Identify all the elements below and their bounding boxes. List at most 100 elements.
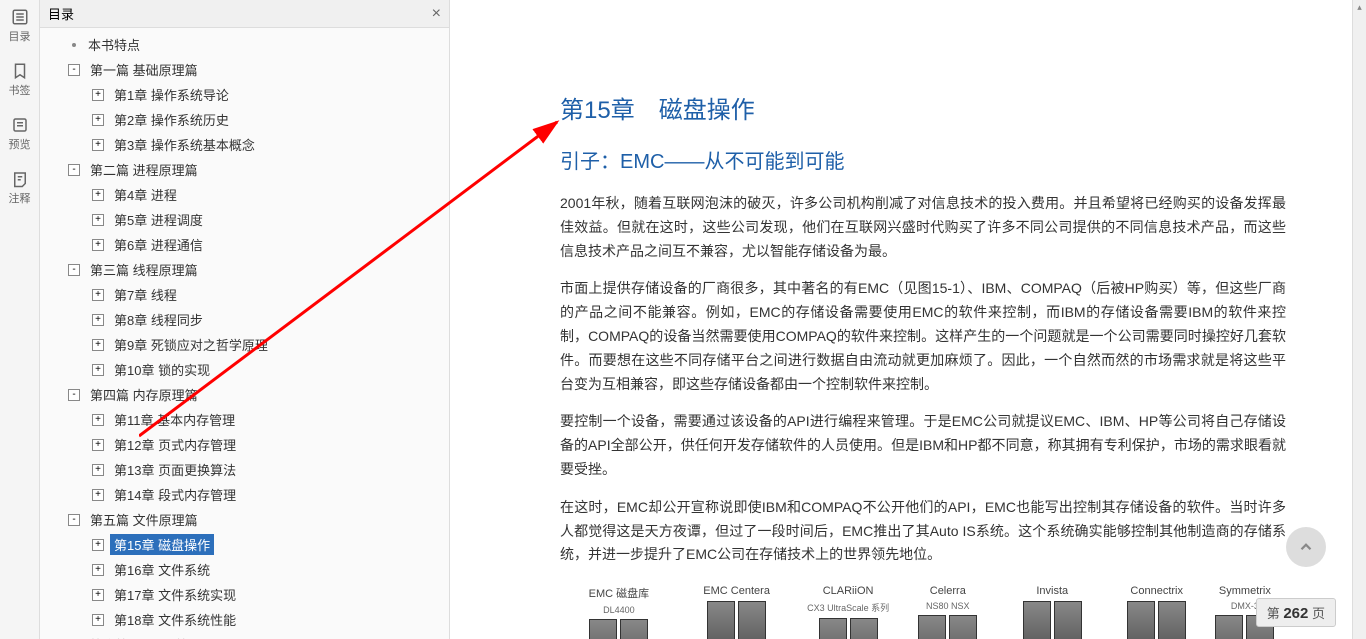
collapse-icon[interactable]: -	[68, 264, 80, 276]
scroll-up-icon[interactable]: ▴	[1355, 2, 1364, 13]
tree-label[interactable]: 第8章 线程同步	[110, 309, 207, 330]
expand-icon[interactable]: +	[92, 464, 104, 476]
tree-node[interactable]: + 第9章 死锁应对之哲学原理	[52, 332, 449, 357]
tree-label[interactable]: 第5章 进程调度	[110, 209, 207, 230]
product-sub: DL4400	[603, 605, 635, 615]
expand-icon[interactable]: +	[92, 539, 104, 551]
bookmark-tool[interactable]: 书签	[9, 62, 31, 98]
expand-icon[interactable]: +	[92, 139, 104, 151]
tree-node[interactable]: + 第5章 进程调度	[52, 207, 449, 232]
product-column: InvistaNS350 NS40G NS80G	[1006, 585, 1098, 639]
tree-node[interactable]: + 第14章 段式内存管理	[52, 482, 449, 507]
go-top-button[interactable]	[1286, 527, 1326, 567]
tree-node[interactable]: + 第17章 文件系统实现	[52, 582, 449, 607]
preview-tool-label: 预览	[9, 136, 31, 152]
expand-icon[interactable]: +	[92, 339, 104, 351]
scrollbar[interactable]: ▴	[1352, 0, 1366, 639]
close-icon[interactable]: ×	[432, 5, 441, 23]
expand-icon[interactable]: +	[92, 589, 104, 601]
expand-icon[interactable]: +	[92, 189, 104, 201]
tree-node[interactable]: + 第18章 文件系统性能	[52, 607, 449, 632]
expand-icon[interactable]: +	[92, 614, 104, 626]
expand-icon[interactable]: +	[92, 564, 104, 576]
preview-tool[interactable]: 预览	[9, 116, 31, 152]
expand-icon[interactable]: +	[92, 439, 104, 451]
expand-icon[interactable]: +	[92, 214, 104, 226]
tree-label[interactable]: 第一篇 基础原理篇	[86, 59, 202, 80]
toc-tool[interactable]: 目录	[9, 8, 31, 44]
tree-node[interactable]: + 第7章 线程	[52, 282, 449, 307]
collapse-icon[interactable]: -	[68, 164, 80, 176]
tree-node[interactable]: + 第15章 磁盘操作	[52, 532, 449, 557]
tree-node[interactable]: -第三篇 线程原理篇	[52, 257, 449, 282]
toc-tree[interactable]: 本书特点-第一篇 基础原理篇+第1章 操作系统导论+第2章 操作系统历史+第3章…	[40, 28, 449, 639]
tree-node[interactable]: + 第6章 进程通信	[52, 232, 449, 257]
page-suffix: 页	[1312, 606, 1325, 621]
tree-node[interactable]: + 第1章 操作系统导论	[52, 82, 449, 107]
server-illustration	[589, 619, 648, 639]
tree-label[interactable]: 第7章 线程	[110, 284, 181, 305]
tree-node[interactable]: -第六篇 I/O原理篇	[52, 632, 449, 639]
expand-icon[interactable]: +	[92, 114, 104, 126]
toc-header: 目录 ×	[40, 0, 449, 28]
page-number: 262	[1283, 605, 1308, 622]
toc-panel: 目录 × 本书特点-第一篇 基础原理篇+第1章 操作系统导论+第2章 操作系统历…	[40, 0, 450, 639]
list-icon	[11, 8, 29, 26]
tree-label[interactable]: 第六篇 I/O原理篇	[86, 634, 193, 639]
paragraph: 市面上提供存储设备的厂商很多，其中著名的有EMC（见图15-1）、IBM、COM…	[560, 277, 1286, 396]
collapse-icon[interactable]: -	[68, 389, 80, 401]
product-sub: NS80 NSX	[926, 601, 970, 611]
tree-node[interactable]: + 第8章 线程同步	[52, 307, 449, 332]
tree-label[interactable]: 第17章 文件系统实现	[110, 584, 240, 605]
tree-label[interactable]: 第10章 锁的实现	[110, 359, 214, 380]
tree-label[interactable]: 第14章 段式内存管理	[110, 484, 240, 505]
content-area[interactable]: 第15章 磁盘操作 引子：EMC——从不可能到可能 2001年秋，随着互联网泡沫…	[450, 0, 1366, 639]
collapse-icon[interactable]: -	[68, 64, 80, 76]
product-name: EMC 磁盘库	[589, 585, 650, 601]
toc-title: 目录	[48, 4, 74, 23]
tree-label[interactable]: 本书特点	[84, 34, 144, 55]
tree-node[interactable]: + 第3章 操作系统基本概念	[52, 132, 449, 157]
chapter-subtitle: 引子：EMC——从不可能到可能	[560, 145, 1286, 174]
tree-node[interactable]: + 第4章 进程	[52, 182, 449, 207]
tree-label[interactable]: 第11章 基本内存管理	[110, 409, 239, 430]
tree-node[interactable]: -第四篇 内存原理篇	[52, 382, 449, 407]
tree-node[interactable]: + 第11章 基本内存管理	[52, 407, 449, 432]
tree-node[interactable]: -第五篇 文件原理篇	[52, 507, 449, 532]
tree-label[interactable]: 第四篇 内存原理篇	[86, 384, 202, 405]
tree-node[interactable]: + 第13章 页面更换算法	[52, 457, 449, 482]
tree-node[interactable]: + 第16章 文件系统	[52, 557, 449, 582]
tree-node[interactable]: + 第10章 锁的实现	[52, 357, 449, 382]
tree-node[interactable]: -第一篇 基础原理篇	[52, 57, 449, 82]
tree-label[interactable]: 第三篇 线程原理篇	[86, 259, 202, 280]
expand-icon[interactable]: +	[92, 89, 104, 101]
tree-label[interactable]: 第五篇 文件原理篇	[86, 509, 202, 530]
tree-node[interactable]: + 第12章 页式内存管理	[52, 432, 449, 457]
expand-icon[interactable]: +	[92, 289, 104, 301]
tree-node[interactable]: 本书特点	[52, 32, 449, 57]
product-column: CLARiiONCX3 UltraScale 系列光纤通道和 iSCSI	[807, 585, 889, 639]
tree-label[interactable]: 第1章 操作系统导论	[110, 84, 233, 105]
tree-label[interactable]: 第3章 操作系统基本概念	[110, 134, 259, 155]
expand-icon[interactable]: +	[92, 239, 104, 251]
tree-label[interactable]: 第2章 操作系统历史	[110, 109, 233, 130]
tree-label[interactable]: 第18章 文件系统性能	[110, 609, 240, 630]
tree-label[interactable]: 第6章 进程通信	[110, 234, 207, 255]
expand-icon[interactable]: +	[92, 414, 104, 426]
bookmark-icon	[11, 62, 29, 80]
tree-label[interactable]: 第9章 死锁应对之哲学原理	[110, 334, 272, 355]
tree-label[interactable]: 第4章 进程	[110, 184, 181, 205]
annotate-tool[interactable]: 注释	[9, 170, 31, 206]
expand-icon[interactable]: +	[92, 314, 104, 326]
expand-icon[interactable]: +	[92, 364, 104, 376]
tree-label[interactable]: 第12章 页式内存管理	[110, 434, 240, 455]
tree-node[interactable]: + 第2章 操作系统历史	[52, 107, 449, 132]
collapse-icon[interactable]: -	[68, 514, 80, 526]
tree-label[interactable]: 第二篇 进程原理篇	[86, 159, 202, 180]
tree-label[interactable]: 第13章 页面更换算法	[110, 459, 240, 480]
note-icon	[11, 170, 29, 188]
tree-label[interactable]: 第15章 磁盘操作	[110, 534, 214, 555]
tree-node[interactable]: -第二篇 进程原理篇	[52, 157, 449, 182]
expand-icon[interactable]: +	[92, 489, 104, 501]
tree-label[interactable]: 第16章 文件系统	[110, 559, 214, 580]
